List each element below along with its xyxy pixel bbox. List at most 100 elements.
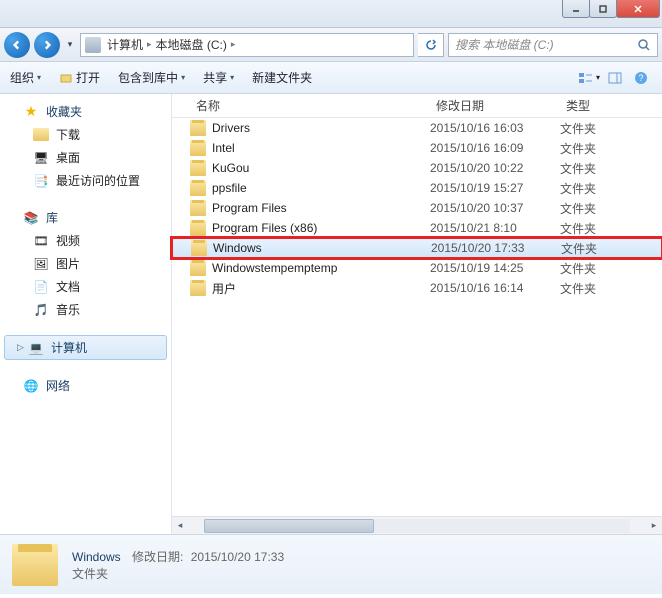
navigation-bar: ▾ 计算机 ▸ 本地磁盘 (C:) ▸ 搜索 本地磁盘 (C:) (0, 28, 662, 62)
file-row[interactable]: Drivers2015/10/16 16:03文件夹 (172, 118, 662, 138)
file-type: 文件夹 (560, 120, 630, 137)
chevron-right-icon: ▸ (231, 39, 236, 50)
desktop-icon: 🖥 (32, 150, 50, 166)
file-name: KuGou (212, 161, 430, 175)
scroll-right-arrow[interactable]: ▸ (646, 518, 662, 534)
preview-pane-button[interactable] (604, 67, 626, 89)
new-folder-button[interactable]: 新建文件夹 (252, 69, 312, 86)
file-name: Windows (213, 241, 431, 255)
file-name: 用户 (212, 280, 430, 297)
file-type: 文件夹 (560, 220, 630, 237)
file-date: 2015/10/16 16:09 (430, 141, 560, 155)
back-button[interactable] (4, 32, 30, 58)
horizontal-scrollbar[interactable]: ◂ ▸ (172, 516, 662, 534)
share-menu[interactable]: 共享▾ (203, 69, 234, 86)
folder-icon (191, 240, 207, 256)
folder-icon (190, 280, 206, 296)
navigation-pane: ★ 收藏夹 下载 🖥桌面 📑最近访问的位置 📚 库 🎞视频 🖼图片 📄文档 🎵音… (0, 94, 172, 534)
downloads-icon (32, 127, 50, 143)
libraries-label: 库 (46, 209, 58, 226)
file-row[interactable]: 用户2015/10/16 16:14文件夹 (172, 278, 662, 298)
details-date-label: 修改日期: (132, 550, 183, 564)
view-menu[interactable]: ▾ (578, 67, 600, 89)
sidebar-item-videos[interactable]: 🎞视频 (0, 229, 171, 252)
file-type: 文件夹 (560, 280, 630, 297)
file-date: 2015/10/20 10:22 (430, 161, 560, 175)
document-icon: 📄 (32, 279, 50, 295)
minimize-button[interactable] (562, 0, 590, 18)
search-placeholder: 搜索 本地磁盘 (C:) (455, 36, 554, 53)
sidebar-item-computer[interactable]: ▷💻 计算机 (4, 335, 167, 360)
file-list-pane: 名称 修改日期 类型 Drivers2015/10/16 16:03文件夹Int… (172, 94, 662, 534)
details-name: Windows (72, 550, 121, 564)
file-name: Intel (212, 141, 430, 155)
column-date[interactable]: 修改日期 (430, 97, 560, 114)
sidebar-item-desktop[interactable]: 🖥桌面 (0, 146, 171, 169)
organize-menu[interactable]: 组织▾ (10, 69, 41, 86)
sidebar-item-documents[interactable]: 📄文档 (0, 275, 171, 298)
help-button[interactable]: ? (630, 67, 652, 89)
maximize-button[interactable] (589, 0, 617, 18)
address-bar[interactable]: 计算机 ▸ 本地磁盘 (C:) ▸ (80, 33, 414, 57)
toolbar: 组织▾ 打开 包含到库中▾ 共享▾ 新建文件夹 ▾ ? (0, 62, 662, 94)
include-menu[interactable]: 包含到库中▾ (118, 69, 185, 86)
file-type: 文件夹 (560, 260, 630, 277)
sidebar-item-downloads[interactable]: 下载 (0, 123, 171, 146)
file-row[interactable]: Program Files2015/10/20 10:37文件夹 (172, 198, 662, 218)
open-button[interactable]: 打开 (59, 69, 100, 86)
library-icon: 📚 (22, 210, 40, 226)
file-row[interactable]: Windows2015/10/20 17:33文件夹 (172, 238, 662, 258)
file-date: 2015/10/16 16:14 (430, 281, 560, 295)
sidebar-item-recent[interactable]: 📑最近访问的位置 (0, 169, 171, 192)
column-name[interactable]: 名称 (190, 97, 430, 114)
breadcrumb[interactable]: 计算机 (107, 36, 143, 53)
favorites-group[interactable]: ★ 收藏夹 (0, 100, 171, 123)
sidebar-item-music[interactable]: 🎵音乐 (0, 298, 171, 321)
folder-icon (190, 180, 206, 196)
svg-text:?: ? (638, 73, 643, 83)
file-date: 2015/10/20 10:37 (430, 201, 560, 215)
favorites-label: 收藏夹 (46, 103, 82, 120)
file-type: 文件夹 (560, 140, 630, 157)
folder-icon (190, 260, 206, 276)
forward-button[interactable] (34, 32, 60, 58)
file-name: Program Files (x86) (212, 221, 430, 235)
video-icon: 🎞 (32, 233, 50, 249)
column-headers[interactable]: 名称 修改日期 类型 (172, 94, 662, 118)
file-row[interactable]: KuGou2015/10/20 10:22文件夹 (172, 158, 662, 178)
network-icon: 🌐 (22, 378, 40, 394)
window-titlebar (0, 0, 662, 28)
open-icon (59, 71, 73, 85)
folder-icon (190, 160, 206, 176)
libraries-group[interactable]: 📚 库 (0, 206, 171, 229)
close-button[interactable] (616, 0, 660, 18)
file-date: 2015/10/19 15:27 (430, 181, 560, 195)
sidebar-item-pictures[interactable]: 🖼图片 (0, 252, 171, 275)
drive-icon (85, 37, 101, 53)
star-icon: ★ (22, 104, 40, 120)
file-name: Program Files (212, 201, 430, 215)
file-row[interactable]: Windowstempemptemp2015/10/19 14:25文件夹 (172, 258, 662, 278)
file-row[interactable]: Intel2015/10/16 16:09文件夹 (172, 138, 662, 158)
search-input[interactable]: 搜索 本地磁盘 (C:) (448, 33, 658, 57)
sidebar-item-network[interactable]: 🌐 网络 (0, 374, 171, 397)
folder-icon (190, 220, 206, 236)
breadcrumb[interactable]: 本地磁盘 (C:) (156, 36, 227, 53)
history-dropdown[interactable]: ▾ (64, 36, 76, 54)
file-date: 2015/10/16 16:03 (430, 121, 560, 135)
folder-icon (12, 544, 58, 586)
folder-icon (190, 200, 206, 216)
chevron-right-icon: ▸ (147, 39, 152, 50)
search-icon (637, 38, 651, 52)
scroll-left-arrow[interactable]: ◂ (172, 518, 188, 534)
file-row[interactable]: ppsfile2015/10/19 15:27文件夹 (172, 178, 662, 198)
details-type: 文件夹 (72, 565, 284, 582)
music-icon: 🎵 (32, 302, 50, 318)
scroll-thumb[interactable] (204, 519, 374, 533)
refresh-button[interactable] (418, 33, 444, 57)
computer-icon: 💻 (27, 340, 45, 356)
file-type: 文件夹 (560, 200, 630, 217)
folder-icon (190, 120, 206, 136)
file-row[interactable]: Program Files (x86)2015/10/21 8:10文件夹 (172, 218, 662, 238)
column-type[interactable]: 类型 (560, 97, 630, 114)
